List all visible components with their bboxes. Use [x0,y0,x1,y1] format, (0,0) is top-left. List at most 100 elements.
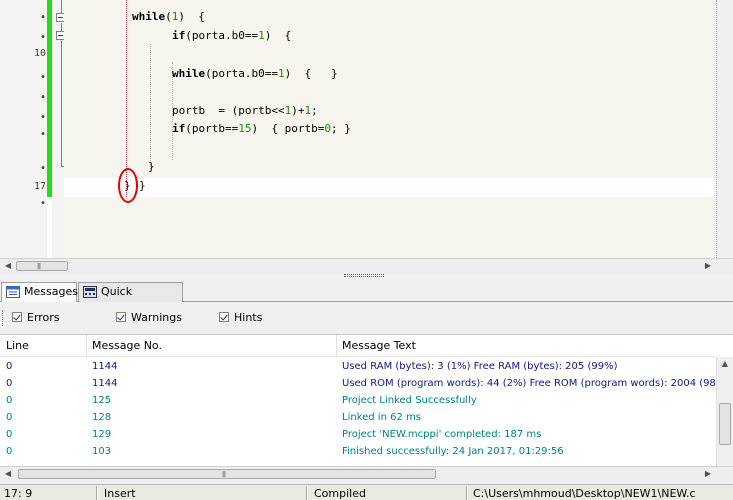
edit-mode: Insert [104,487,136,500]
messages-horizontal-scrollbar[interactable]: ◀ ||| ▶ [0,466,733,481]
scroll-right-icon[interactable]: ▶ [700,467,716,481]
scroll-left-icon[interactable]: ◀ [0,467,16,481]
indent-guide [150,44,151,169]
scrollbar-thumb[interactable] [719,403,731,445]
code-line: portb = (portb<<1)+1; [172,104,318,118]
message-row[interactable]: 0 128 Linked in 62 ms [0,409,716,426]
panel-splitter[interactable] [0,273,733,281]
gutter-marker: • [39,32,46,43]
code-line: while(porta.b0==1) { } [172,67,338,81]
message-text-cell: Used RAM (bytes): 3 (1%) Free RAM (bytes… [342,361,618,372]
code-token: ( [165,10,172,23]
filter-warnings[interactable]: Warnings [116,311,182,325]
message-row[interactable]: 0 125 Project Linked Successfully [0,392,716,409]
code-token: } [148,160,155,173]
build-state: Compiled [314,487,366,500]
hints-checkbox[interactable] [219,312,229,322]
message-line-cell: 0 [6,395,13,406]
gutter-marker: • [39,163,46,174]
current-line-highlight [64,178,716,197]
code-line: } [139,179,146,193]
code-token: (porta.b0== [185,29,259,42]
messages-panel: Errors Warnings Hints Line Message No. M… [0,302,733,484]
scroll-left-icon[interactable]: ◀ [0,259,16,273]
fold-line [61,41,62,167]
gutter-marker: • [39,129,46,140]
editor-horizontal-scrollbar[interactable]: ◀ ||| ▶ [0,258,733,273]
tab-label: Messages [24,285,78,298]
message-line-cell: 0 [6,412,13,423]
code-token: (porta.b0== [205,67,278,80]
code-token: ) { } [284,67,338,80]
code-line: if(portb==15) { portb=0; } [172,122,351,136]
code-area[interactable]: while(1) { if(porta.b0==1) { while(porta… [64,0,716,258]
code-token: } [139,179,146,192]
message-number-cell: 129 [92,429,112,440]
message-row[interactable]: 0 103 Finished successfully: 24 Jan 2017, … [0,443,716,460]
message-number-cell: 1144 [92,361,118,372]
tab-messages[interactable]: Messages [1,282,78,303]
code-line: if(porta.b0==1) { [172,29,291,43]
code-number: 0 [324,122,331,135]
warnings-checkbox[interactable] [116,312,126,322]
code-token: ; } [330,122,351,135]
scroll-right-icon[interactable]: ▶ [700,259,716,273]
scrollbar-thumb[interactable]: ||| [16,261,68,271]
cursor-position: 17: 9 [4,487,33,500]
code-token: portb = (portb<< [172,104,285,117]
filter-errors[interactable]: Errors [12,311,60,325]
code-token: ; [311,104,318,117]
message-row[interactable]: 0 129 Project 'NEW.mcppi' completed: 187 m… [0,426,716,443]
messages-list[interactable]: Line Message No. Message Text 0 1144 Used … [0,334,733,468]
code-token: ) { [178,10,205,23]
scrollbar-thumb[interactable]: ||| [18,469,436,479]
fold-line [61,0,62,14]
message-filter-bar: Errors Warnings Hints [0,308,733,330]
code-number: 15 [238,122,252,135]
line-number: 10 [33,48,46,59]
message-line-cell: 0 [6,378,13,389]
errors-checkbox[interactable] [12,312,22,322]
bottom-panel-tabs: Messages Quick Converter [0,281,733,316]
code-line: } [148,160,155,174]
column-header-line[interactable]: Line [0,335,86,357]
code-keyword: if [172,29,186,42]
code-token: )+ [291,104,305,117]
code-line: while(1) { [132,10,205,24]
message-number-cell: 1144 [92,378,118,389]
gutter-marker: • [39,198,46,209]
message-text-cell: Finished successfully: 24 Jan 2017, 01:2… [342,446,564,457]
message-line-cell: 0 [6,429,13,440]
annotation-circle [118,168,138,203]
gutter-marker: • [39,92,46,103]
code-number: 1 [277,67,285,80]
message-line-cell: 0 [6,446,13,457]
messages-icon [6,286,20,298]
scroll-up-icon[interactable]: ▲ [717,357,733,371]
message-number-cell: 128 [92,412,112,423]
message-text-cell: Used ROM (program words): 44 (2%) Free R… [342,378,716,389]
message-row[interactable]: 0 1144 Used RAM (bytes): 3 (1%) Free RAM (… [0,358,716,375]
code-editor[interactable]: • • 10 • • • • • 17 • while(1) { if(port… [0,0,733,258]
status-bar: 17: 9 Insert Compiled C:\Users\mhmoud\De… [0,484,733,500]
code-token: ) { [264,29,292,42]
filter-hints[interactable]: Hints [219,311,262,325]
editor-right-margin [716,0,733,258]
message-row[interactable]: 0 1144 Used ROM (program words): 44 (2%) F… [0,375,716,392]
code-keyword: while [172,67,206,80]
message-text-cell: Project Linked Successfully [342,395,477,406]
message-number-cell: 125 [92,395,112,406]
calculator-icon [83,286,97,298]
code-number: 1 [258,29,265,42]
message-text-cell: Project 'NEW.mcppi' completed: 187 ms [342,429,542,440]
messages-vertical-scrollbar[interactable]: ▲ [716,357,733,468]
file-path: C:\Users\mhmoud\Desktop\NEW1\NEW.c [473,487,696,500]
code-keyword: while [132,10,166,23]
column-header-message-text[interactable]: Message Text [336,335,716,357]
column-header-message-no[interactable]: Message No. [86,335,336,357]
message-number-cell: 103 [92,446,112,457]
message-text-cell: Linked in 62 ms [342,412,421,423]
line-number: 17 [33,181,46,192]
messages-header: Line Message No. Message Text [0,335,716,357]
tab-quick-converter[interactable]: Quick Converter [78,282,183,316]
